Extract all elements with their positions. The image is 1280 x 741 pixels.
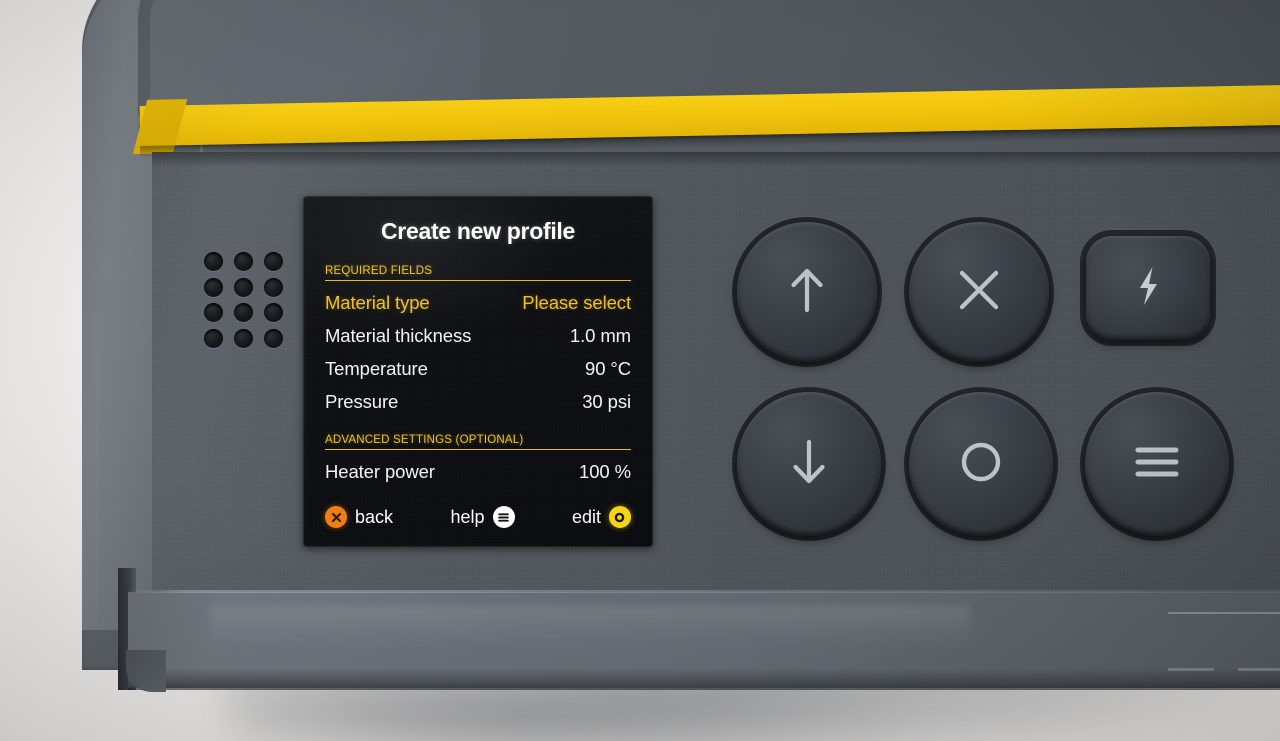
base-bottom-bevel [128,668,1280,690]
device-shadow-core [240,690,940,741]
arrow-up-button[interactable] [737,222,877,362]
field-label: Material thickness [325,325,472,346]
grille-hole [234,328,253,348]
grille-hole [204,252,223,271]
lightning-bolt-icon [1133,264,1163,313]
field-label: Heater power [325,461,435,482]
grille-hole [264,252,283,271]
field-row-material-thickness[interactable]: Material thickness 1.0 mm [325,325,631,347]
menu-lines-icon [1130,442,1184,487]
arrow-down-icon [787,437,831,492]
right-panel-notch-right [1238,668,1280,671]
field-value: 100 % [579,461,631,482]
power-button[interactable] [1086,236,1210,340]
shoulder-seam [96,300,98,630]
page-title: Create new profile [381,218,575,244]
arrow-up-icon [785,265,829,320]
grille-hole [234,303,253,322]
edit-button[interactable]: edit [572,506,631,528]
cancel-button[interactable] [909,222,1049,362]
field-value: Please select [522,292,631,313]
base-panel-seam [128,590,1280,593]
field-row-pressure[interactable]: Pressure 30 psi [325,391,631,413]
grille-hole [204,328,223,348]
arrow-down-button[interactable] [737,392,881,536]
grille-hole [234,252,253,271]
edit-button-label: edit [571,506,601,527]
grille-hole [264,328,283,348]
circle-o-icon [957,438,1005,491]
close-x-icon [955,266,1003,319]
right-panel-notch-left [1168,668,1214,671]
section-heading-required: REQUIRED FIELDS [325,265,631,281]
ring-icon [608,506,631,528]
help-button-label: help [450,506,485,527]
base-highlight [210,606,970,650]
right-panel-seam [1168,612,1280,614]
grille-hole [264,277,283,297]
field-value: 1.0 mm [569,325,631,346]
field-row-heater-power[interactable]: Heater power 100 % [325,461,631,483]
grille-hole [204,303,223,322]
field-value: 90 °C [585,358,631,379]
field-label: Pressure [325,391,399,412]
screen-footer: back help edit [325,506,631,528]
back-button-label: back [355,506,394,527]
back-button[interactable]: back [325,506,393,528]
grille-hole [264,303,283,322]
device-screen[interactable]: Create new profile REQUIRED FIELDS Mater… [307,200,649,543]
grille-hole [234,277,253,297]
field-label: Material type [325,292,430,313]
field-row-temperature[interactable]: Temperature 90 °C [325,358,631,380]
photo-scene: Create new profile REQUIRED FIELDS Mater… [0,0,1280,741]
help-button[interactable]: help [450,506,515,528]
field-row-material-type[interactable]: Material type Please select [325,292,631,314]
field-value: 30 psi [582,391,631,412]
grille-hole [204,277,223,297]
section-heading-advanced: ADVANCED SETTINGS (OPTIONAL) [325,434,631,450]
speaker-grille [204,252,286,348]
menu-button[interactable] [1085,392,1229,536]
lid-curved-corner [150,0,480,114]
confirm-button[interactable] [909,392,1053,536]
field-label: Temperature [325,358,428,379]
close-x-icon [325,506,347,528]
menu-lines-icon [492,506,515,528]
screen-content: Create new profile REQUIRED FIELDS Mater… [307,200,649,543]
